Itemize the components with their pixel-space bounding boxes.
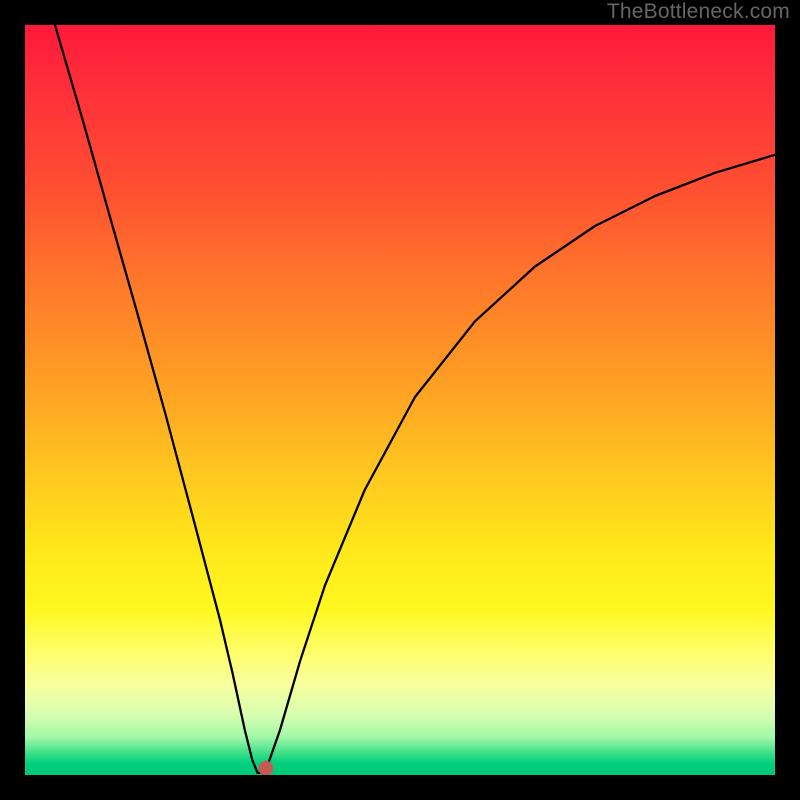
chart-frame: TheBottleneck.com [0, 0, 800, 800]
watermark-text: TheBottleneck.com [607, 0, 790, 24]
curve-layer [25, 25, 775, 775]
bottleneck-curve-path [55, 25, 775, 773]
plot-area [25, 25, 775, 775]
minimum-marker [258, 761, 273, 775]
